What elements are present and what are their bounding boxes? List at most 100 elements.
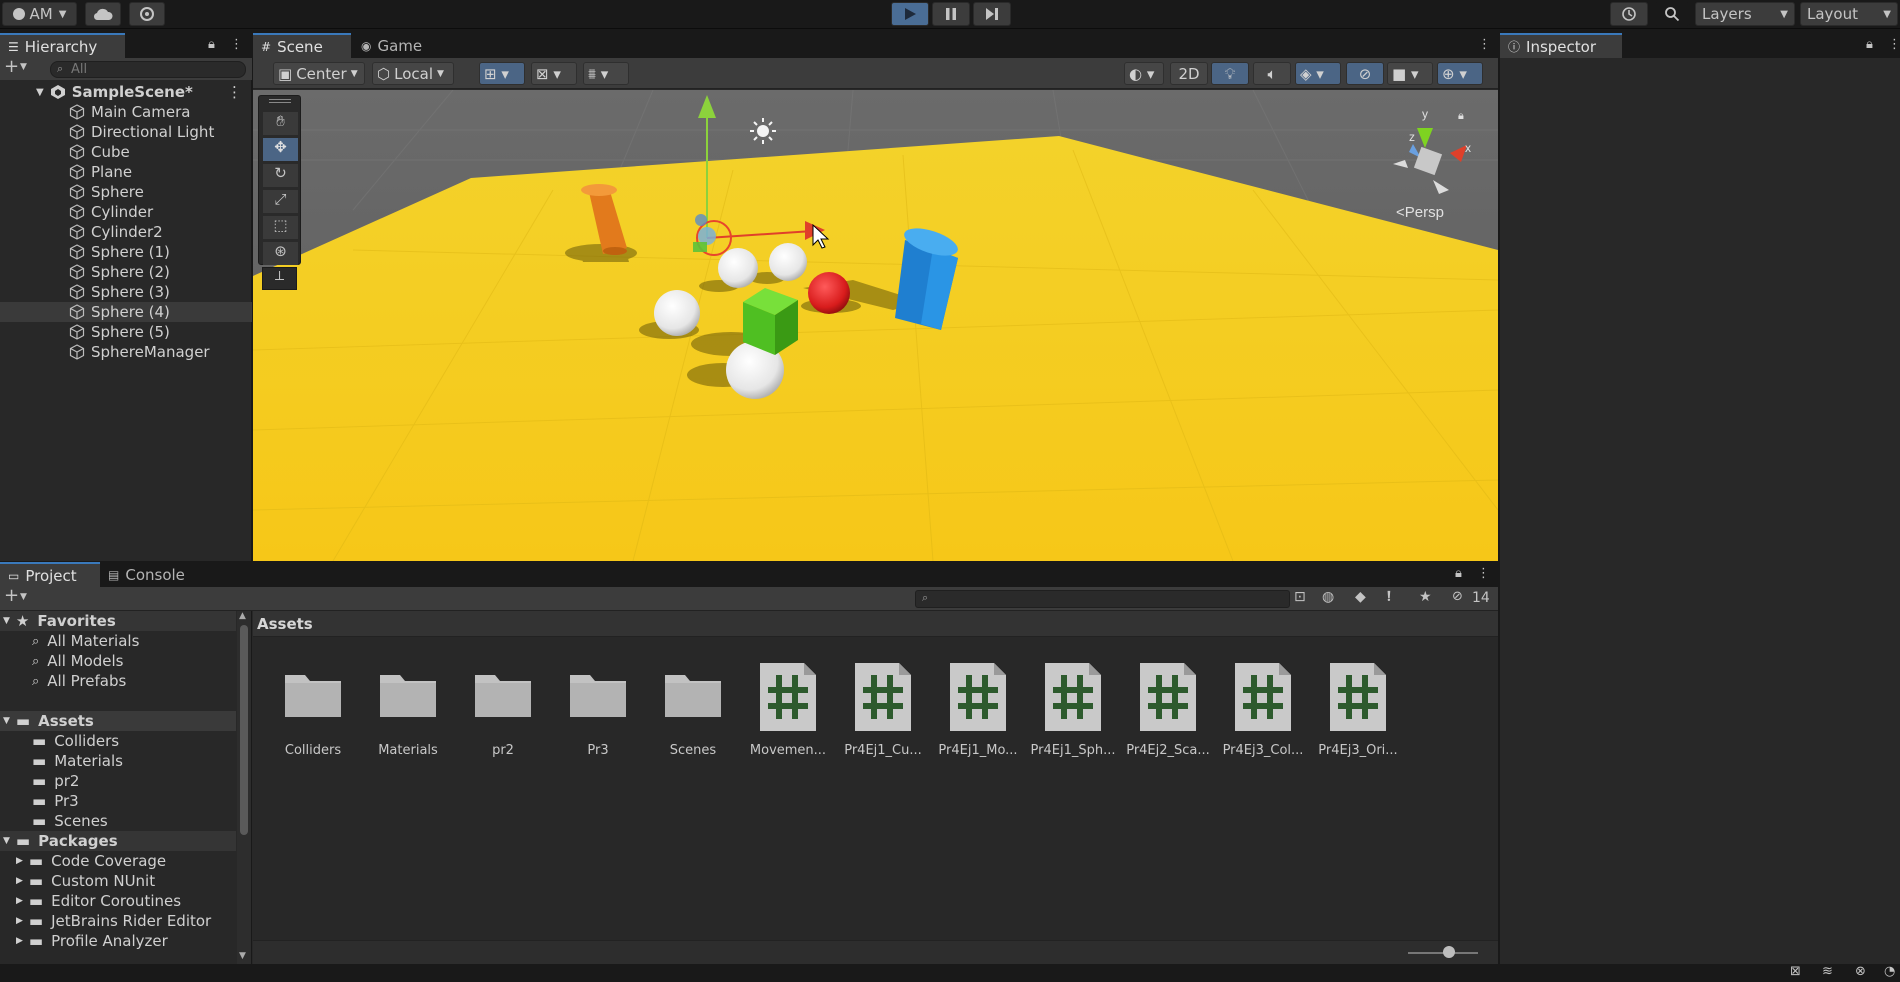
tree-package-item[interactable]: ▶ ▬ Code Coverage <box>0 851 236 871</box>
hierarchy-item[interactable]: Cube <box>0 142 252 162</box>
hidden-packages-icon[interactable]: ⊘ <box>1452 589 1463 604</box>
hidden-objects-toggle[interactable]: ⊘ <box>1346 62 1384 85</box>
history-button[interactable] <box>1610 2 1648 26</box>
rotate-tool-button[interactable]: ↻ <box>263 164 298 187</box>
expand-arrow-icon[interactable]: ▼ <box>3 716 10 726</box>
lock-icon[interactable]: 🔒︎ <box>1458 109 1464 122</box>
tree-favorites-header[interactable]: ▼ ★ Favorites <box>0 611 236 631</box>
expand-arrow-icon[interactable]: ▼ <box>3 616 10 626</box>
rect-tool-button[interactable]: ⬚ <box>263 216 298 239</box>
add-icon[interactable]: + <box>4 56 19 77</box>
tree-folder-item[interactable]: ▬ Pr3 <box>0 791 236 811</box>
tab-scene[interactable]: # Scene <box>253 33 351 58</box>
lock-icon[interactable]: 🔒︎ <box>1866 37 1873 52</box>
hierarchy-search[interactable]: ⌕ All <box>50 61 246 78</box>
asset-folder[interactable]: Pr3 <box>552 661 644 761</box>
tree-package-item[interactable]: ▶ ▬ Custom NUnit <box>0 871 236 891</box>
hierarchy-item[interactable]: Sphere (5) <box>0 322 252 342</box>
shading-mode-button[interactable]: ◐ ▾ <box>1124 62 1164 85</box>
pause-button[interactable] <box>932 2 970 26</box>
tab-hierarchy[interactable]: ☰ Hierarchy <box>0 33 125 58</box>
overlay-drag-handle[interactable] <box>269 99 291 103</box>
project-search[interactable]: ⌕ <box>915 590 1290 608</box>
layers-icon[interactable]: ≋ <box>1822 964 1833 979</box>
warning-filter-icon[interactable]: ❗︎ <box>1387 589 1391 605</box>
expand-arrow-icon[interactable]: ▼ <box>36 87 44 98</box>
lock-icon[interactable]: 🔒︎ <box>1455 566 1462 581</box>
increment-snap-button[interactable]: ⊠ ▾ <box>531 62 577 85</box>
grid-snap-button[interactable]: ⊞ ▾ <box>479 62 525 85</box>
toggle-2d-button[interactable]: 2D <box>1170 62 1208 85</box>
search-input[interactable]: All <box>71 62 87 77</box>
hierarchy-item[interactable]: Sphere (3) <box>0 282 252 302</box>
expand-arrow-icon[interactable]: ▶ <box>16 916 23 926</box>
asset-script[interactable]: Pr4Ej1_Cu... <box>837 661 929 761</box>
search-by-type-icon[interactable]: ⊡ <box>1294 589 1306 605</box>
more-options-icon[interactable]: ⋮ <box>227 83 242 101</box>
tree-folder-item[interactable]: ▬ Scenes <box>0 811 236 831</box>
scene-root-row[interactable]: ▼ SampleScene* ⋮ <box>0 82 252 102</box>
hierarchy-item[interactable]: Sphere <box>0 182 252 202</box>
tree-package-item[interactable]: ▶ ▬ Profile Analyzer <box>0 931 236 951</box>
asset-folder[interactable]: Colliders <box>267 661 359 761</box>
account-dropdown[interactable]: AM ▼ <box>2 2 77 26</box>
tree-favorite-item[interactable]: ⌕ All Materials <box>0 631 236 651</box>
tab-game[interactable]: ◉ Game <box>353 33 443 58</box>
asset-script[interactable]: Movemen... <box>742 661 834 761</box>
layers-dropdown[interactable]: Layers ▼ <box>1695 2 1795 26</box>
filter-type-icon[interactable]: ◍ <box>1322 589 1334 605</box>
layout-dropdown[interactable]: Layout ▼ <box>1800 2 1898 26</box>
tree-package-item[interactable]: ▶ ▬ JetBrains Rider Editor <box>0 911 236 931</box>
tree-package-item[interactable]: ▶ ▬ Editor Coroutines <box>0 891 236 911</box>
camera-settings-button[interactable]: ■ ▾ <box>1387 62 1433 85</box>
hierarchy-item[interactable]: SphereManager <box>0 342 252 362</box>
hierarchy-item[interactable]: Directional Light <box>0 122 252 142</box>
search-button[interactable] <box>1654 2 1690 26</box>
more-options-icon[interactable]: ⋮ <box>1888 37 1900 52</box>
expand-arrow-icon[interactable]: ▶ <box>16 896 23 906</box>
space-dropdown[interactable]: ⬡ Local ▼ <box>372 62 454 85</box>
scrollbar-thumb[interactable] <box>240 625 248 835</box>
hierarchy-item[interactable]: Main Camera <box>0 102 252 122</box>
asset-script[interactable]: Pr4Ej1_Mo... <box>932 661 1024 761</box>
hierarchy-item[interactable]: Sphere (4) <box>0 302 252 322</box>
add-icon[interactable]: + <box>4 585 19 606</box>
perspective-label[interactable]: <Persp <box>1396 204 1444 221</box>
pivot-dropdown[interactable]: ▣ Center ▼ <box>273 62 365 85</box>
network-icon[interactable]: ⊗ <box>1855 964 1866 979</box>
more-options-icon[interactable]: ⋮ <box>1477 566 1490 581</box>
progress-icon[interactable]: ◔ <box>1884 964 1895 979</box>
asset-folder[interactable]: Materials <box>362 661 454 761</box>
scale-tool-button[interactable]: ⤢ <box>263 190 298 213</box>
hierarchy-item[interactable]: Cylinder <box>0 202 252 222</box>
scroll-down-icon[interactable]: ▼ <box>239 951 246 961</box>
asset-script[interactable]: Pr4Ej3_Ori... <box>1312 661 1404 761</box>
step-button[interactable] <box>973 2 1011 26</box>
asset-folder[interactable]: pr2 <box>457 661 549 761</box>
asset-script[interactable]: Pr4Ej3_Col... <box>1217 661 1309 761</box>
tree-favorite-item[interactable]: ⌕ All Models <box>0 651 236 671</box>
more-options-icon[interactable]: ⋮ <box>230 37 243 52</box>
custom-tool-button[interactable]: ⟂ <box>262 267 297 290</box>
debug-bug-icon[interactable]: ⊠ <box>1790 964 1801 979</box>
collab-button[interactable] <box>129 2 165 26</box>
white-sphere[interactable] <box>718 248 758 288</box>
more-options-icon[interactable]: ⋮ <box>1478 37 1491 52</box>
move-tool-button[interactable]: ✥ <box>263 138 298 161</box>
tree-favorite-item[interactable]: ⌕ All Prefabs <box>0 671 236 691</box>
asset-script[interactable]: Pr4Ej2_Sca... <box>1122 661 1214 761</box>
white-sphere[interactable] <box>769 243 807 281</box>
cloud-button[interactable] <box>85 2 121 26</box>
tree-folder-item[interactable]: ▬ Colliders <box>0 731 236 751</box>
transform-tool-button[interactable]: ⊛ <box>263 242 298 265</box>
hand-tool-button[interactable]: ✋︎ <box>263 112 298 135</box>
tree-packages-header[interactable]: ▼ ▬ Packages <box>0 831 236 851</box>
play-button[interactable] <box>891 2 929 26</box>
audio-toggle-button[interactable]: 🔈︎ <box>1253 62 1291 85</box>
asset-script[interactable]: Pr4Ej1_Sph... <box>1027 661 1119 761</box>
scroll-up-icon[interactable]: ▲ <box>239 611 246 621</box>
favorite-star-icon[interactable]: ★ <box>1419 589 1432 605</box>
lighting-toggle-button[interactable]: 💡︎ <box>1211 62 1249 85</box>
expand-arrow-icon[interactable]: ▶ <box>16 936 23 946</box>
hierarchy-item[interactable]: Sphere (1) <box>0 242 252 262</box>
